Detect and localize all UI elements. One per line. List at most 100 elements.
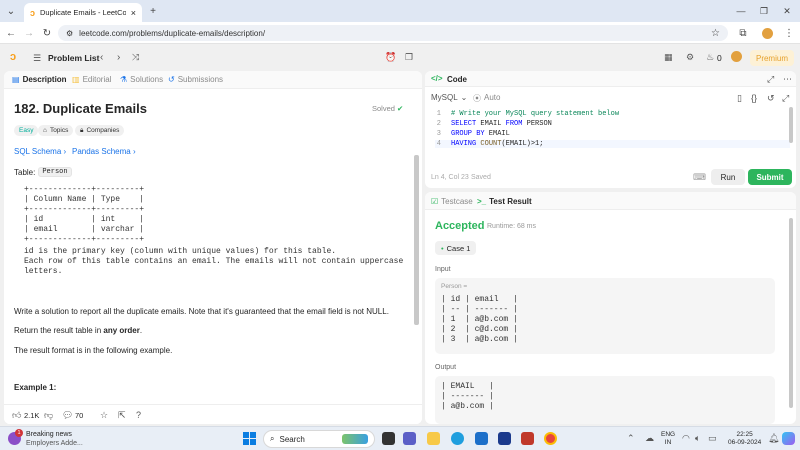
- tab-close-icon[interactable]: ×: [131, 8, 136, 18]
- prev-problem-icon[interactable]: ‹: [100, 52, 103, 63]
- code-editor[interactable]: 1 # Write your MySQL query statement bel…: [425, 107, 790, 151]
- taskbar-search[interactable]: ⌕ Search: [263, 430, 375, 448]
- expand-icon[interactable]: ⤢: [767, 74, 774, 85]
- tab-testcase[interactable]: ☑ Testcase: [431, 197, 473, 206]
- pandas-schema-link[interactable]: Pandas Schema ›: [72, 147, 136, 156]
- bookmark-icon[interactable]: ▯: [737, 93, 742, 104]
- tab-description[interactable]: ▤ Description: [12, 75, 67, 84]
- notes-icon[interactable]: ❐: [405, 52, 413, 63]
- reload-icon[interactable]: ↻: [40, 26, 54, 40]
- forward-icon[interactable]: →: [22, 26, 36, 40]
- tab-editorial[interactable]: ▥ Editorial: [72, 75, 111, 84]
- lock-icon: 🔒︎: [80, 126, 84, 134]
- output-table: | EMAIL | | ------- | | a@b.com |: [441, 382, 494, 411]
- battery-icon[interactable]: ▭: [708, 433, 717, 444]
- extensions-icon[interactable]: ⧉: [736, 26, 750, 40]
- autocomplete-toggle[interactable]: ⦿ Auto: [473, 93, 500, 104]
- minimize-icon[interactable]: —: [734, 4, 748, 18]
- tab-solutions[interactable]: ⚗ Solutions: [120, 75, 163, 84]
- chevron-down-icon: ⌄: [460, 93, 468, 102]
- format-code-icon[interactable]: {}: [751, 93, 757, 103]
- language-select[interactable]: MySQL ⌄: [431, 93, 467, 102]
- edge-icon[interactable]: [451, 432, 464, 445]
- timer-icon[interactable]: ⏰: [385, 52, 396, 63]
- code-line[interactable]: 1 # Write your MySQL query statement bel…: [435, 110, 619, 118]
- linkedin-icon[interactable]: [498, 432, 511, 445]
- teams-icon[interactable]: [403, 432, 416, 445]
- new-tab-icon[interactable]: +: [146, 4, 160, 18]
- more-icon[interactable]: ⋯: [783, 74, 792, 85]
- code-keyword: HAVING: [451, 140, 477, 148]
- layout-grid-icon[interactable]: ▦: [664, 52, 673, 63]
- cloud-icon[interactable]: ☁: [645, 433, 654, 444]
- tab-submissions[interactable]: ↺ Submissions: [168, 75, 223, 84]
- bookmark-star-icon[interactable]: ☆: [711, 28, 720, 39]
- tab-list-icon[interactable]: ⌄: [4, 4, 18, 18]
- leetcode-logo-icon[interactable]: ↄ: [10, 51, 16, 63]
- file-explorer-icon[interactable]: [427, 432, 440, 445]
- result-format-text: The result format is in the following ex…: [14, 346, 173, 355]
- tab-title: Duplicate Emails - LeetCode: [40, 8, 126, 17]
- browser-menu-icon[interactable]: ⋮: [782, 26, 796, 40]
- share-icon[interactable]: ⇱: [118, 410, 126, 421]
- language-indicator[interactable]: ENG IN: [661, 431, 675, 447]
- volume-icon[interactable]: 🔈︎: [695, 433, 700, 444]
- accepted-status: Accepted: [435, 220, 485, 232]
- window-close-icon[interactable]: ✕: [780, 4, 794, 18]
- user-avatar[interactable]: [731, 51, 742, 64]
- next-problem-icon[interactable]: ›: [117, 52, 120, 63]
- news-widget[interactable]: 1 Breaking news Employers Adde...: [8, 429, 98, 448]
- code-line[interactable]: 2 SELECT EMAIL FROM PERSON: [435, 120, 552, 128]
- console-icon[interactable]: ⌨: [693, 172, 706, 183]
- notifications-bell-icon[interactable]: 🔔︎: [768, 433, 779, 444]
- fullscreen-icon[interactable]: ⤢: [782, 93, 789, 104]
- site-info-icon[interactable]: ⚙: [66, 29, 73, 38]
- store-icon[interactable]: [475, 432, 488, 445]
- chevron-up-icon[interactable]: ⌃: [627, 433, 635, 444]
- input-box: Person = | id | email | | -- | ------- |…: [435, 278, 775, 354]
- random-problem-icon[interactable]: ⤨: [132, 52, 139, 63]
- profile-avatar[interactable]: [760, 26, 774, 40]
- result-scrollbar[interactable]: [789, 218, 793, 408]
- url-bar[interactable]: ⚙ leetcode.com/problems/duplicate-emails…: [58, 25, 728, 41]
- run-button[interactable]: Run: [711, 169, 745, 185]
- sql-schema-link[interactable]: SQL Schema ›: [14, 147, 66, 156]
- url-text[interactable]: leetcode.com/problems/duplicate-emails/d…: [79, 29, 265, 38]
- clock[interactable]: 22:25 06-09-2024: [728, 431, 761, 447]
- code-line[interactable]: 3 GROUP BY EMAIL: [435, 130, 510, 138]
- thumbs-up-icon[interactable]: 👍︎: [12, 410, 21, 421]
- submit-button[interactable]: Submit: [748, 169, 792, 185]
- clock-date: 06-09-2024: [728, 439, 762, 446]
- line-number: 4: [436, 140, 441, 148]
- windows-start-icon[interactable]: [243, 432, 256, 445]
- maximize-icon[interactable]: ❐: [757, 4, 771, 18]
- topics-button[interactable]: ⌂ Topics: [38, 125, 74, 136]
- mcafee-icon[interactable]: [521, 432, 534, 445]
- companies-label: Companies: [86, 127, 120, 134]
- chrome-icon[interactable]: [544, 432, 557, 445]
- tab-test-result[interactable]: >_ Test Result: [477, 197, 532, 206]
- thumbs-down-icon[interactable]: 👎︎: [44, 410, 53, 421]
- search-label: Search: [279, 434, 305, 444]
- wifi-icon[interactable]: ◠: [682, 433, 690, 444]
- reset-code-icon[interactable]: ↺: [767, 93, 775, 104]
- streak-fire-icon[interactable]: ♨: [706, 52, 714, 63]
- premium-button[interactable]: Premium: [750, 50, 794, 66]
- code-line[interactable]: 4 HAVING COUNT(EMAIL)>1;: [435, 140, 790, 148]
- task-view-icon[interactable]: [382, 432, 395, 445]
- help-icon[interactable]: ?: [136, 410, 141, 420]
- favorite-star-icon[interactable]: ☆: [100, 410, 108, 421]
- streak-count: 0: [717, 53, 722, 63]
- case-1-tab[interactable]: • Case 1: [435, 241, 477, 255]
- code-scrollbar[interactable]: [789, 107, 793, 143]
- comment-icon[interactable]: 💬︎: [62, 410, 73, 421]
- submissions-icon: ↺: [168, 75, 175, 84]
- problem-list-link[interactable]: Problem List: [48, 53, 99, 63]
- problem-list-icon[interactable]: ☰: [33, 53, 41, 64]
- back-icon[interactable]: ←: [4, 26, 18, 40]
- browser-tab[interactable]: ↄ Duplicate Emails - LeetCode ×: [24, 3, 142, 22]
- copilot-icon[interactable]: [782, 432, 795, 445]
- settings-gear-icon[interactable]: ⚙: [686, 52, 694, 63]
- left-scrollbar[interactable]: [414, 155, 419, 325]
- companies-button[interactable]: 🔒︎ Companies: [75, 125, 125, 136]
